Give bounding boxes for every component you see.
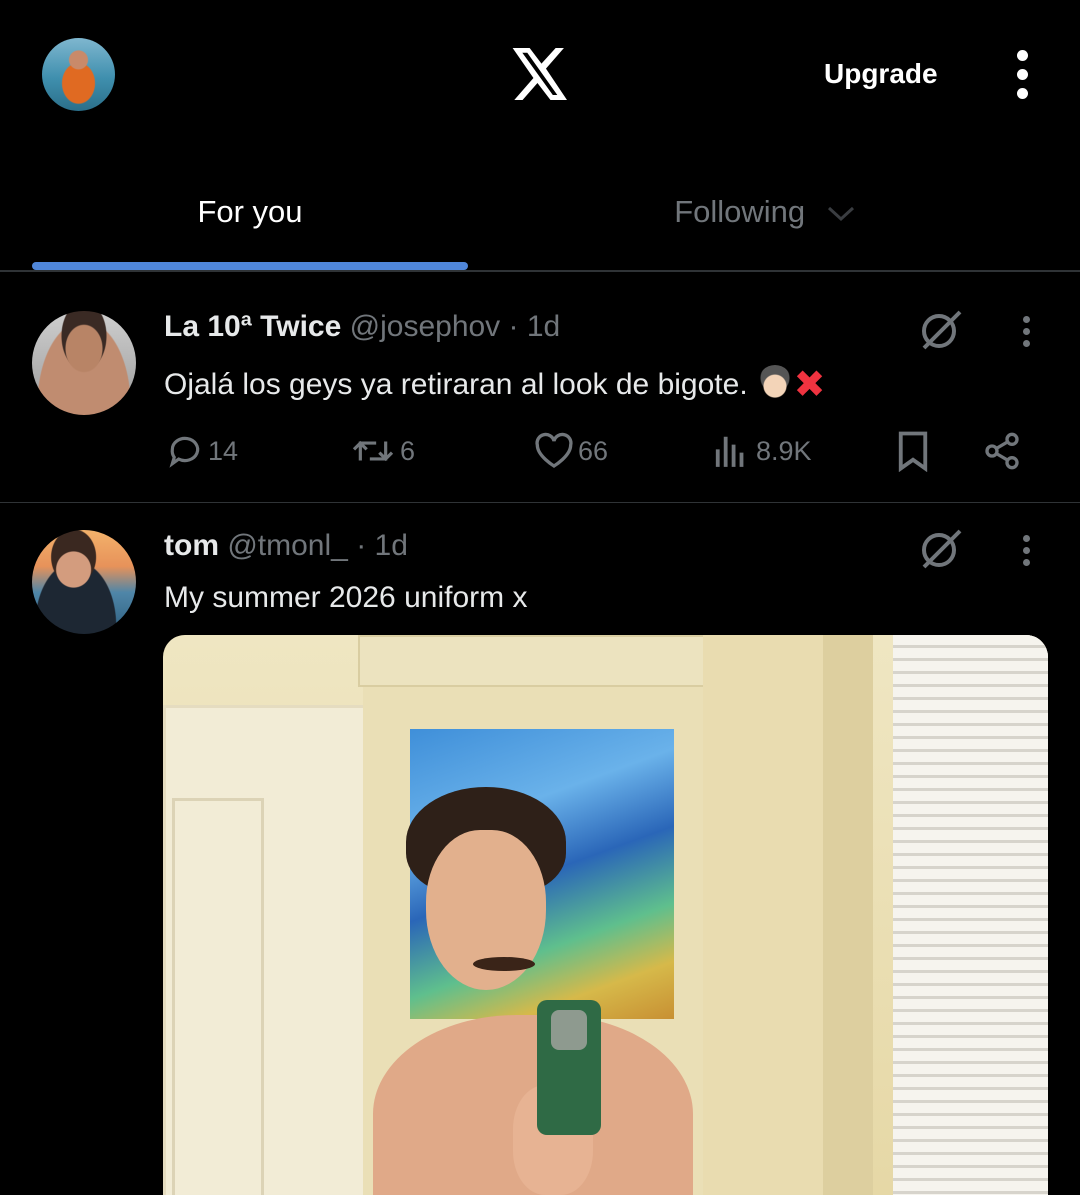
post-time[interactable]: 1d [375, 529, 408, 562]
tab-following[interactable]: Following [540, 194, 990, 230]
post-time[interactable]: 1d [527, 310, 560, 343]
post-actions: 14 6 66 8.9K [0, 426, 1080, 476]
reply-count: 14 [208, 435, 239, 466]
x-logo-icon[interactable] [512, 48, 570, 100]
post-header: tom @tmonl_ · 1d [164, 529, 408, 563]
avatar[interactable] [32, 311, 136, 415]
tab-for-you[interactable]: For you [0, 194, 500, 230]
grok-icon[interactable] [918, 525, 964, 571]
separator: · [508, 310, 519, 343]
post-more-icon[interactable] [1016, 535, 1036, 571]
repost-button[interactable]: 6 [350, 426, 415, 476]
display-name[interactable]: tom [164, 529, 219, 562]
separator: · [356, 529, 367, 562]
repost-count: 6 [400, 435, 416, 466]
user-handle[interactable]: @tmonl_ [227, 529, 348, 562]
chevron-down-icon [827, 206, 854, 221]
repost-icon [352, 440, 394, 462]
post[interactable]: La 10ª Twice @josephov · 1d Ojalá los ge… [0, 284, 1080, 503]
profile-avatar[interactable] [42, 38, 115, 111]
upgrade-button[interactable]: Upgrade [824, 58, 938, 90]
reply-button[interactable]: 14 [166, 426, 238, 476]
post[interactable]: tom @tmonl_ · 1d My summer 2026 uniform … [0, 503, 1080, 1195]
like-button[interactable]: 66 [534, 426, 608, 476]
share-button[interactable] [982, 426, 1026, 476]
views-button[interactable]: 8.9K [712, 426, 812, 476]
grok-icon[interactable] [918, 306, 964, 352]
analytics-icon [715, 436, 744, 467]
bookmark-icon [898, 431, 928, 472]
post-more-icon[interactable] [1016, 316, 1036, 352]
boy-emoji [757, 365, 792, 399]
views-count: 8.9K [756, 435, 812, 466]
heart-icon [535, 432, 573, 468]
cross-mark-emoji: ✖ [793, 364, 826, 406]
post-header: La 10ª Twice @josephov · 1d [164, 310, 560, 344]
share-icon [985, 432, 1019, 470]
post-image[interactable] [163, 635, 1048, 1195]
user-handle[interactable]: @josephov [350, 310, 501, 343]
timeline-tabs: For you Following [0, 150, 1080, 272]
tab-indicator [32, 262, 468, 270]
avatar[interactable] [32, 530, 136, 634]
tab-label: Following [674, 194, 806, 229]
more-vertical-icon[interactable] [1008, 50, 1036, 102]
tab-label: For you [197, 194, 303, 229]
post-text: My summer 2026 uniform x [164, 581, 528, 614]
display-name[interactable]: La 10ª Twice [164, 310, 341, 343]
post-text-body: Ojalá los geys ya retiraran al look de b… [164, 368, 748, 401]
reply-icon [169, 436, 200, 468]
bookmark-button[interactable] [894, 426, 936, 476]
top-bar: Upgrade [0, 0, 1080, 150]
post-text: Ojalá los geys ya retiraran al look de b… [164, 362, 826, 407]
like-count: 66 [578, 435, 609, 466]
